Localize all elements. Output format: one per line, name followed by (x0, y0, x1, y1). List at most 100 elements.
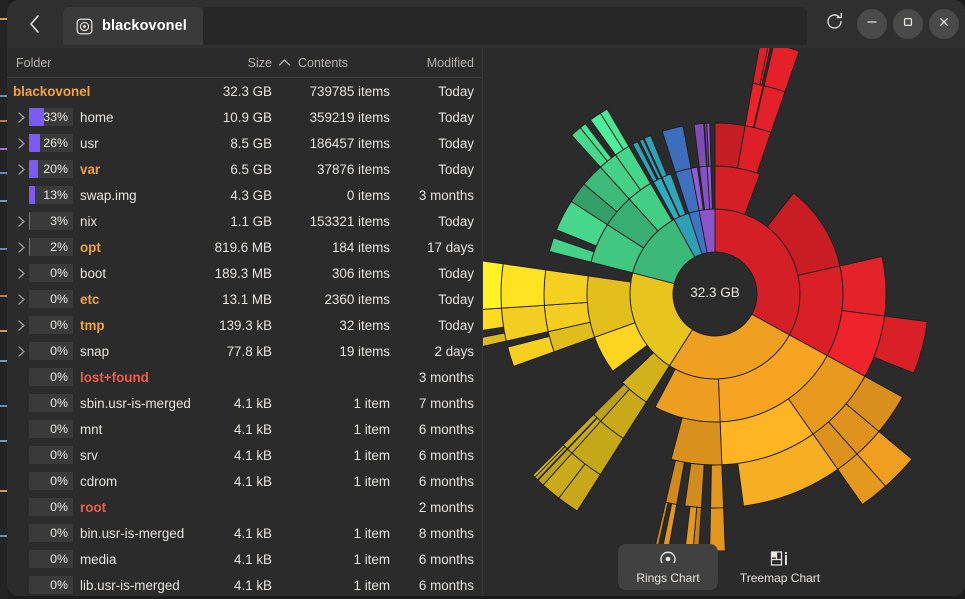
percent-bar: 0% (29, 550, 73, 568)
expand-chevron-icon[interactable] (13, 319, 29, 332)
column-header-contents[interactable]: Contents (296, 56, 390, 70)
row-contents: 19 items (339, 343, 390, 359)
expand-chevron-icon[interactable] (13, 163, 29, 176)
tab-strip: blackovonel (63, 7, 809, 45)
row-modified: 6 months (418, 473, 474, 489)
rings-chart-button[interactable]: Rings Chart (618, 544, 718, 590)
expand-chevron-icon[interactable] (13, 267, 29, 280)
row-modified: Today (438, 83, 474, 99)
expand-chevron-icon[interactable] (13, 111, 29, 124)
table-row[interactable]: 20% var 6.5 GB 37876 items Today (7, 156, 482, 182)
row-name: mnt (80, 421, 103, 437)
table-row[interactable]: 0% boot 189.3 MB 306 items Today (7, 260, 482, 286)
row-contents: 153321 items (309, 213, 390, 229)
ring-segment[interactable] (710, 464, 725, 509)
row-size: 77.8 kB (226, 343, 272, 359)
percent-label: 0% (50, 474, 68, 488)
row-modified: 3 months (418, 369, 474, 385)
ring-segment[interactable] (684, 462, 705, 509)
maximize-button[interactable] (893, 9, 923, 39)
ring-segment[interactable] (661, 125, 692, 173)
expand-chevron-icon[interactable] (13, 293, 29, 306)
percent-bar: 2% (29, 238, 73, 256)
row-modified: 2 months (418, 499, 474, 515)
table-row[interactable]: 0% etc 13.1 MB 2360 items Today (7, 286, 482, 312)
back-button[interactable] (7, 0, 63, 48)
table-row[interactable]: 0% snap 77.8 kB 19 items 2 days (7, 338, 482, 364)
ring-segment[interactable] (483, 307, 505, 334)
row-contents: 1 item (353, 395, 390, 411)
row-size: 139.3 kB (219, 317, 272, 333)
table-row[interactable]: 3% nix 1.1 GB 153321 items Today (7, 208, 482, 234)
treemap-chart-label: Treemap Chart (739, 570, 821, 585)
percent-bar-fill (29, 160, 38, 178)
ring-segment[interactable] (483, 258, 504, 311)
ring-segment[interactable] (839, 256, 887, 317)
minimize-button[interactable] (857, 9, 887, 39)
row-modified: 7 months (418, 395, 474, 411)
row-size: 4.1 kB (234, 525, 272, 541)
table-row[interactable]: 0% mnt 4.1 kB 1 item 6 months (7, 416, 482, 442)
ring-segment[interactable] (507, 335, 555, 367)
tab-blackovonel[interactable]: blackovonel (63, 7, 203, 45)
row-size: 189.3 MB (214, 265, 272, 281)
table-row[interactable]: 0% bin.usr-is-merged 4.1 kB 1 item 8 months (7, 520, 482, 546)
window-controls (809, 7, 959, 41)
percent-bar-fill (29, 238, 30, 256)
ring-segment[interactable] (714, 165, 761, 215)
percent-bar: 0% (29, 446, 73, 464)
table-row[interactable]: 0% media 4.1 kB 1 item 6 months (7, 546, 482, 572)
table-row[interactable]: 26% usr 8.5 GB 186457 items Today (7, 130, 482, 156)
table-row[interactable]: 0% root 2 months (7, 494, 482, 520)
column-header-size[interactable]: Size (210, 56, 272, 70)
ring-segment[interactable] (500, 263, 547, 309)
column-header-modified[interactable]: Modified (390, 56, 482, 70)
table-row[interactable]: 0% lib.usr-is-merged 4.1 kB 1 item 6 months (7, 572, 482, 596)
row-contents: 359219 items (309, 109, 390, 125)
percent-label: 0% (50, 344, 68, 358)
ring-segment[interactable] (483, 332, 507, 350)
table-row[interactable]: 33% home 10.9 GB 359219 items Today (7, 104, 482, 130)
row-contents: 2360 items (324, 291, 390, 307)
ring-segment[interactable] (763, 48, 800, 93)
row-name: nix (80, 213, 98, 229)
row-size: 32.3 GB (222, 83, 272, 99)
reload-button[interactable] (817, 7, 851, 41)
row-name: root (80, 499, 107, 515)
table-row[interactable]: 0% lost+found 3 months (7, 364, 482, 390)
folder-list-pane: Folder Size Contents Modified blackovone… (7, 48, 483, 596)
column-header-folder[interactable]: Folder (13, 56, 210, 70)
percent-label: 33% (43, 110, 68, 124)
table-row[interactable]: blackovonel 32.3 GB 739785 items Today (7, 78, 482, 104)
percent-label: 0% (50, 318, 68, 332)
table-row[interactable]: 13% swap.img 4.3 GB 0 items 3 months (7, 182, 482, 208)
treemap-chart-button[interactable]: Treemap Chart (730, 544, 830, 590)
percent-label: 0% (50, 266, 68, 280)
row-name: blackovonel (13, 83, 91, 99)
table-row[interactable]: 0% cdrom 4.1 kB 1 item 6 months (7, 468, 482, 494)
main-window: blackovonel Folder Size Contents Modifie… (7, 0, 965, 596)
table-row[interactable]: 0% srv 4.1 kB 1 item 6 months (7, 442, 482, 468)
expand-chevron-icon[interactable] (13, 241, 29, 254)
row-modified: Today (438, 213, 474, 229)
rings-chart[interactable] (483, 48, 964, 596)
row-modified: 3 months (418, 187, 474, 203)
tab-strip-empty-area[interactable] (202, 7, 807, 45)
row-name: srv (80, 447, 98, 463)
row-contents: 0 items (346, 187, 390, 203)
tab-label: blackovonel (102, 18, 187, 34)
close-button[interactable] (929, 9, 959, 39)
ring-segment[interactable] (665, 459, 685, 506)
ring-segment[interactable] (543, 269, 589, 306)
table-row[interactable]: 2% opt 819.6 MB 184 items 17 days (7, 234, 482, 260)
row-name: media (80, 551, 117, 567)
table-row[interactable]: 0% tmp 139.3 kB 32 items Today (7, 312, 482, 338)
percent-bar: 13% (29, 186, 73, 204)
expand-chevron-icon[interactable] (13, 345, 29, 358)
ring-segment[interactable] (500, 304, 549, 342)
ring-segment[interactable] (670, 417, 723, 466)
table-row[interactable]: 0% sbin.usr-is-merged 4.1 kB 1 item 7 months (7, 390, 482, 416)
expand-chevron-icon[interactable] (13, 137, 29, 150)
row-name: home (80, 109, 114, 125)
expand-chevron-icon[interactable] (13, 215, 29, 228)
